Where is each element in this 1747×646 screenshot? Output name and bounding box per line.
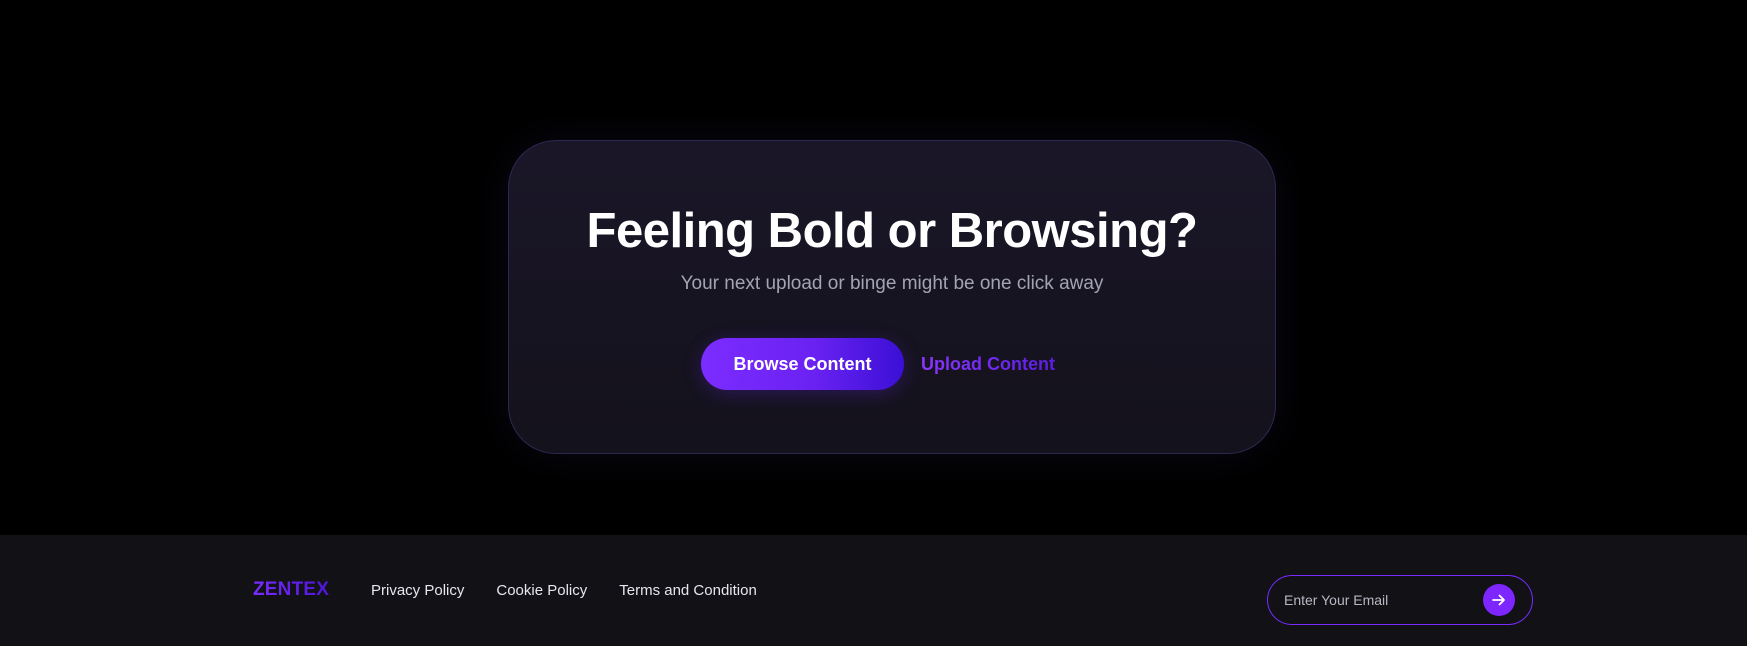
cta-section: Feeling Bold or Browsing? Your next uplo… — [0, 0, 1747, 535]
browse-content-button[interactable]: Browse Content — [701, 338, 904, 390]
cta-title: Feeling Bold or Browsing? — [586, 204, 1198, 258]
email-input[interactable] — [1284, 588, 1474, 612]
upload-content-link[interactable]: Upload Content — [921, 354, 1055, 375]
arrow-right-icon — [1492, 594, 1505, 606]
page: Feeling Bold or Browsing? Your next uplo… — [0, 0, 1747, 646]
cta-subtitle: Your next upload or binge might be one c… — [680, 273, 1104, 294]
cookie-policy-link[interactable]: Cookie Policy — [496, 582, 587, 599]
footer: ZENTEX Privacy Policy Cookie Policy Term… — [0, 535, 1747, 646]
footer-logo[interactable]: ZENTEX — [253, 579, 329, 601]
cta-card: Feeling Bold or Browsing? Your next uplo… — [508, 140, 1276, 454]
newsletter-form — [1267, 575, 1533, 625]
footer-nav: Privacy Policy Cookie Policy Terms and C… — [371, 579, 789, 601]
cta-actions: Browse Content Upload Content — [701, 338, 1055, 390]
newsletter-submit-button[interactable] — [1483, 584, 1515, 616]
terms-and-condition-link[interactable]: Terms and Condition — [619, 582, 757, 599]
privacy-policy-link[interactable]: Privacy Policy — [371, 582, 464, 599]
